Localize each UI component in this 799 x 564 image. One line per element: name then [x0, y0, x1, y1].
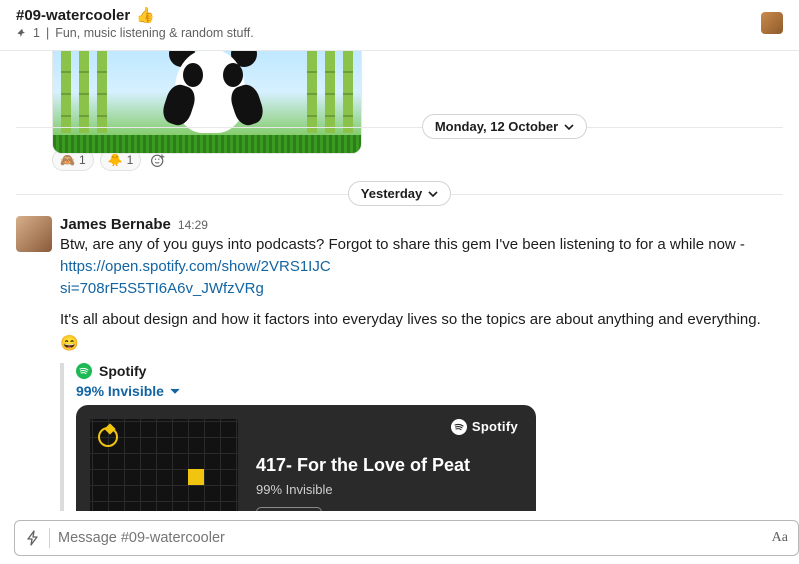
channel-header: #09-watercooler 👍 1 | Fun, music listeni…	[0, 0, 799, 51]
channel-subtitle: 1 | Fun, music listening & random stuff.	[16, 26, 761, 40]
reaction-emoji: 🙈	[60, 153, 75, 167]
chevron-down-icon	[564, 122, 574, 132]
author-name[interactable]: James Bernabe	[60, 216, 171, 233]
reaction-count: 1	[79, 153, 86, 167]
grinning-emoji: 😄	[60, 333, 79, 355]
date-divider: Yesterday	[16, 181, 783, 206]
message-time: 14:29	[178, 218, 208, 232]
message: James Bernabe 14:29 Btw, are any of you …	[16, 216, 783, 511]
spotify-icon	[451, 419, 467, 435]
unfurl-provider: Spotify	[76, 363, 783, 379]
date-pill[interactable]: Yesterday	[348, 181, 451, 206]
link-unfurl: Spotify 99% Invisible Spotify	[60, 363, 783, 511]
channel-topic: Fun, music listening & random stuff.	[55, 26, 253, 40]
message-link[interactable]: si=708rF5S5TI6A6v_JWfzVRg	[60, 280, 264, 297]
message-text: Btw, are any of you guys into podcasts? …	[60, 234, 783, 299]
date-divider: Monday, 12 October	[16, 114, 783, 139]
channel-name: #09-watercooler	[16, 7, 130, 24]
message-link[interactable]: https://open.spotify.com/show/2VRS1IJC	[60, 258, 331, 275]
caret-down-icon	[170, 386, 180, 396]
spotify-brand: Spotify	[451, 419, 518, 435]
message-text: It's all about design and how it factors…	[60, 309, 783, 355]
channel-emoji: 👍	[136, 6, 155, 24]
chevron-down-icon	[428, 189, 438, 199]
spotify-player: Spotify 99% INVISIBLE 417- For the Love …	[76, 405, 536, 511]
message-input[interactable]	[58, 530, 764, 546]
composer: Aa	[14, 520, 799, 556]
divider-pipe: |	[46, 26, 49, 40]
album-cover[interactable]: 99% INVISIBLE	[90, 419, 238, 511]
author-avatar[interactable]	[16, 216, 52, 252]
divider	[49, 528, 50, 548]
pin-count: 1	[33, 26, 40, 40]
cover-logo-icon	[98, 427, 118, 447]
reaction-count: 1	[127, 153, 134, 167]
workspace-avatar[interactable]	[761, 12, 783, 34]
channel-title[interactable]: #09-watercooler 👍	[16, 6, 761, 24]
follow-button[interactable]: Follow	[256, 507, 322, 511]
track-title: 417- For the Love of Peat	[256, 455, 518, 476]
format-button[interactable]: Aa	[772, 530, 788, 546]
show-name: 99% Invisible	[256, 482, 518, 497]
date-label: Yesterday	[361, 186, 422, 201]
message-list: Monday, 12 October 🙈 1 🐥 1 Yesterday Jam…	[0, 51, 799, 511]
date-label: Monday, 12 October	[435, 119, 558, 134]
reaction-emoji: 🐥	[108, 153, 123, 167]
pin-icon	[16, 28, 27, 39]
date-pill[interactable]: Monday, 12 October	[422, 114, 587, 139]
unfurl-title-link[interactable]: 99% Invisible	[76, 383, 783, 399]
spotify-icon	[76, 363, 92, 379]
shortcuts-icon[interactable]	[25, 530, 41, 546]
